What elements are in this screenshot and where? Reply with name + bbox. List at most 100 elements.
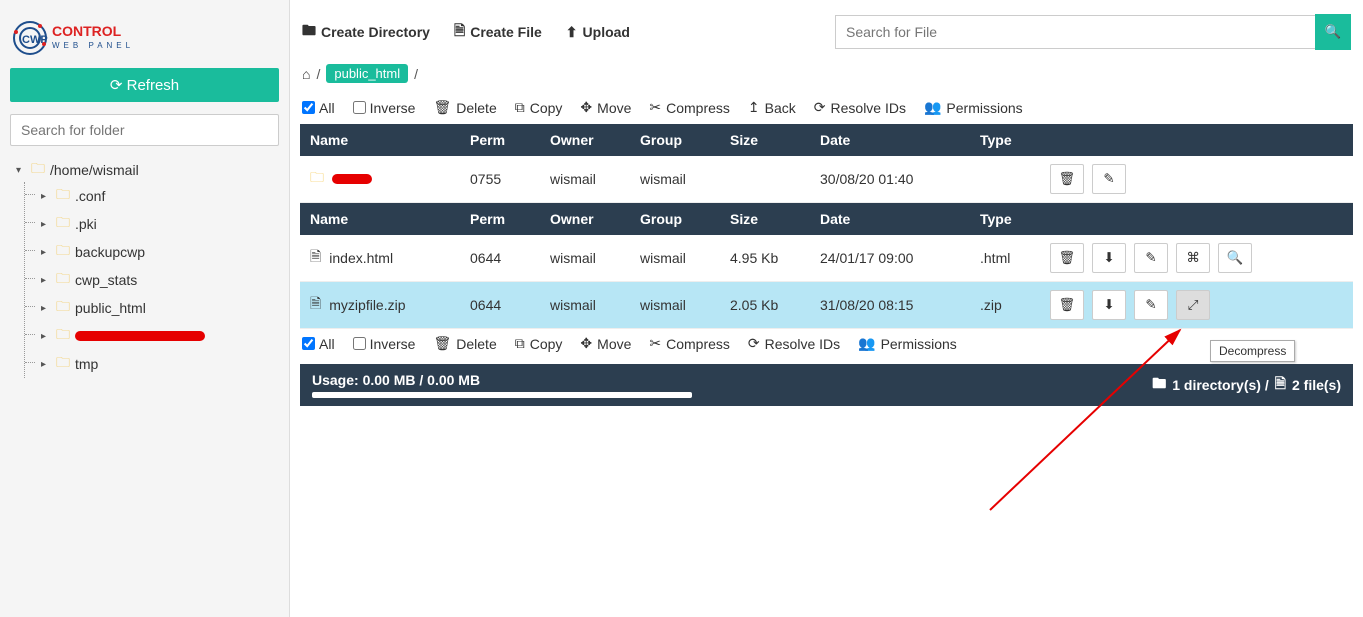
sidebar: CWP CONTROL WEB PANEL ⟳ Refresh ▾ 🗀 /hom…	[0, 0, 290, 617]
folder-search-input[interactable]	[10, 114, 279, 146]
move-button-bottom[interactable]: ✥Move	[580, 335, 631, 352]
trash-icon: 🗑	[1059, 250, 1076, 266]
compress-icon: ✂	[649, 99, 661, 116]
file-search-input[interactable]	[835, 15, 1315, 49]
col-date[interactable]: Date	[810, 203, 970, 235]
tree-node[interactable]: ▸🗀tmp	[41, 352, 98, 376]
permissions-button-bottom[interactable]: 👥Permissions	[858, 335, 957, 352]
trash-icon: 🗑	[433, 99, 451, 116]
dir-perm: 0755	[460, 156, 540, 203]
tree-node[interactable]: ▸🗀.pki	[41, 212, 97, 236]
dir-owner: wismail	[540, 156, 630, 203]
tree-expand-icon: ▸	[41, 275, 51, 286]
copy-icon: ⧉	[515, 335, 525, 352]
row-download-button[interactable]: ⬇	[1092, 243, 1126, 273]
select-inverse[interactable]: Inverse	[353, 100, 416, 116]
folder-icon: 🗀	[56, 240, 70, 264]
copy-button[interactable]: ⧉Copy	[515, 99, 563, 116]
select-all-bottom[interactable]: All	[302, 336, 335, 352]
dir-group: wismail	[630, 156, 720, 203]
resolve-ids-button[interactable]: ⟳Resolve IDs	[814, 99, 906, 116]
file-icon: 🗎	[310, 246, 321, 270]
toolbar-bottom: All Inverse 🗑Delete ⧉Copy ✥Move ✂Compres…	[300, 329, 1353, 360]
move-button[interactable]: ✥Move	[580, 99, 631, 116]
select-inverse-bottom[interactable]: Inverse	[353, 336, 416, 352]
file-name: myzipfile.zip	[329, 297, 405, 313]
files-count: 2 file(s)	[1292, 377, 1341, 393]
home-icon[interactable]: ⌂	[302, 66, 310, 82]
row-code-button[interactable]: ⌘	[1176, 243, 1210, 273]
row-delete-button[interactable]: 🗑	[1050, 164, 1084, 194]
col-type[interactable]: Type	[970, 203, 1040, 235]
col-group[interactable]: Group	[630, 203, 720, 235]
search-icon: 🔍	[1325, 24, 1342, 39]
resolve-ids-button-bottom[interactable]: ⟳Resolve IDs	[748, 335, 840, 352]
code-icon: ⌘	[1186, 250, 1199, 266]
status-bar: Usage: 0.00 MB / 0.00 MB 🖿 1 directory(s…	[300, 364, 1353, 406]
permissions-button[interactable]: 👥Permissions	[924, 99, 1023, 116]
row-download-button[interactable]: ⬇	[1092, 290, 1126, 320]
col-name[interactable]: Name	[300, 203, 460, 235]
file-owner: wismail	[540, 235, 630, 282]
tree-node[interactable]: ▸🗀backupcwp	[41, 240, 145, 264]
file-icon: 🗎	[1275, 373, 1286, 397]
toolbar-top: All Inverse 🗑Delete ⧉Copy ✥Move ✂Compres…	[300, 93, 1353, 124]
dir-type	[970, 156, 1040, 203]
select-all[interactable]: All	[302, 100, 335, 116]
row-edit-button[interactable]: ✎	[1092, 164, 1126, 194]
refresh-icon: ⟳	[110, 77, 123, 94]
file-row[interactable]: 🗎index.html0644wismailwismail4.95 Kb24/0…	[300, 235, 1353, 282]
tree-node[interactable]: ▸🗀	[41, 324, 205, 348]
col-size[interactable]: Size	[720, 124, 810, 156]
col-perm[interactable]: Perm	[460, 203, 540, 235]
breadcrumb-sep-end: /	[414, 66, 418, 82]
col-type[interactable]: Type	[970, 124, 1040, 156]
file-row[interactable]: 🗎myzipfile.zip0644wismailwismail2.05 Kb3…	[300, 282, 1353, 329]
row-delete-button[interactable]: 🗑	[1050, 243, 1084, 273]
tooltip-decompress: Decompress	[1210, 340, 1295, 362]
back-button[interactable]: ↥Back	[748, 99, 796, 116]
row-view-button[interactable]: 🔍	[1218, 243, 1252, 273]
col-group[interactable]: Group	[630, 124, 720, 156]
compress-button-bottom[interactable]: ✂Compress	[649, 335, 730, 352]
col-perm[interactable]: Perm	[460, 124, 540, 156]
col-owner[interactable]: Owner	[540, 124, 630, 156]
download-icon: ⬇	[1103, 250, 1114, 266]
tree-node[interactable]: ▸🗀.conf	[41, 184, 105, 208]
col-date[interactable]: Date	[810, 124, 970, 156]
tree-node[interactable]: ▸🗀cwp_stats	[41, 268, 137, 292]
file-search-button[interactable]: 🔍	[1315, 14, 1351, 50]
breadcrumb-sep: /	[316, 66, 320, 82]
folder-icon: 🗀	[56, 352, 70, 376]
row-delete-button[interactable]: 🗑	[1050, 290, 1084, 320]
tree-root[interactable]: ▾ 🗀 /home/wismail	[16, 158, 139, 182]
col-size[interactable]: Size	[720, 203, 810, 235]
upload-button[interactable]: ⬆ Upload	[566, 20, 630, 44]
col-owner[interactable]: Owner	[540, 203, 630, 235]
dir-size	[720, 156, 810, 203]
directory-row[interactable]: 🗀 0755 wismail wismail 30/08/20 01:40 🗑 …	[300, 156, 1353, 203]
file-type: .zip	[970, 282, 1040, 329]
file-name: index.html	[329, 250, 393, 266]
row-edit-button[interactable]: ✎	[1134, 243, 1168, 273]
tree-node-label: .pki	[75, 216, 97, 232]
delete-button-bottom[interactable]: 🗑Delete	[433, 335, 496, 352]
copy-button-bottom[interactable]: ⧉Copy	[515, 335, 563, 352]
col-name[interactable]: Name	[300, 124, 460, 156]
refresh-button[interactable]: ⟳ Refresh	[10, 68, 279, 102]
svg-text:WEB PANEL: WEB PANEL	[52, 41, 134, 50]
create-file-button[interactable]: 🗎 Create File	[454, 20, 542, 44]
tree-node[interactable]: ▸🗀public_html	[41, 296, 146, 320]
row-decompress-button[interactable]: ⤢	[1176, 290, 1210, 320]
compress-icon: ✂	[649, 335, 661, 352]
refresh-label: Refresh	[127, 77, 180, 94]
edit-icon: ✎	[1145, 297, 1156, 313]
delete-button[interactable]: 🗑Delete	[433, 99, 496, 116]
create-directory-button[interactable]: 🖿 Create Directory	[302, 20, 430, 44]
compress-button[interactable]: ✂Compress	[649, 99, 730, 116]
breadcrumb-current[interactable]: public_html	[326, 64, 408, 83]
folder-icon: 🗀	[31, 158, 45, 182]
folder-icon: 🗀	[56, 184, 70, 208]
row-edit-button[interactable]: ✎	[1134, 290, 1168, 320]
users-icon: 👥	[858, 335, 875, 352]
